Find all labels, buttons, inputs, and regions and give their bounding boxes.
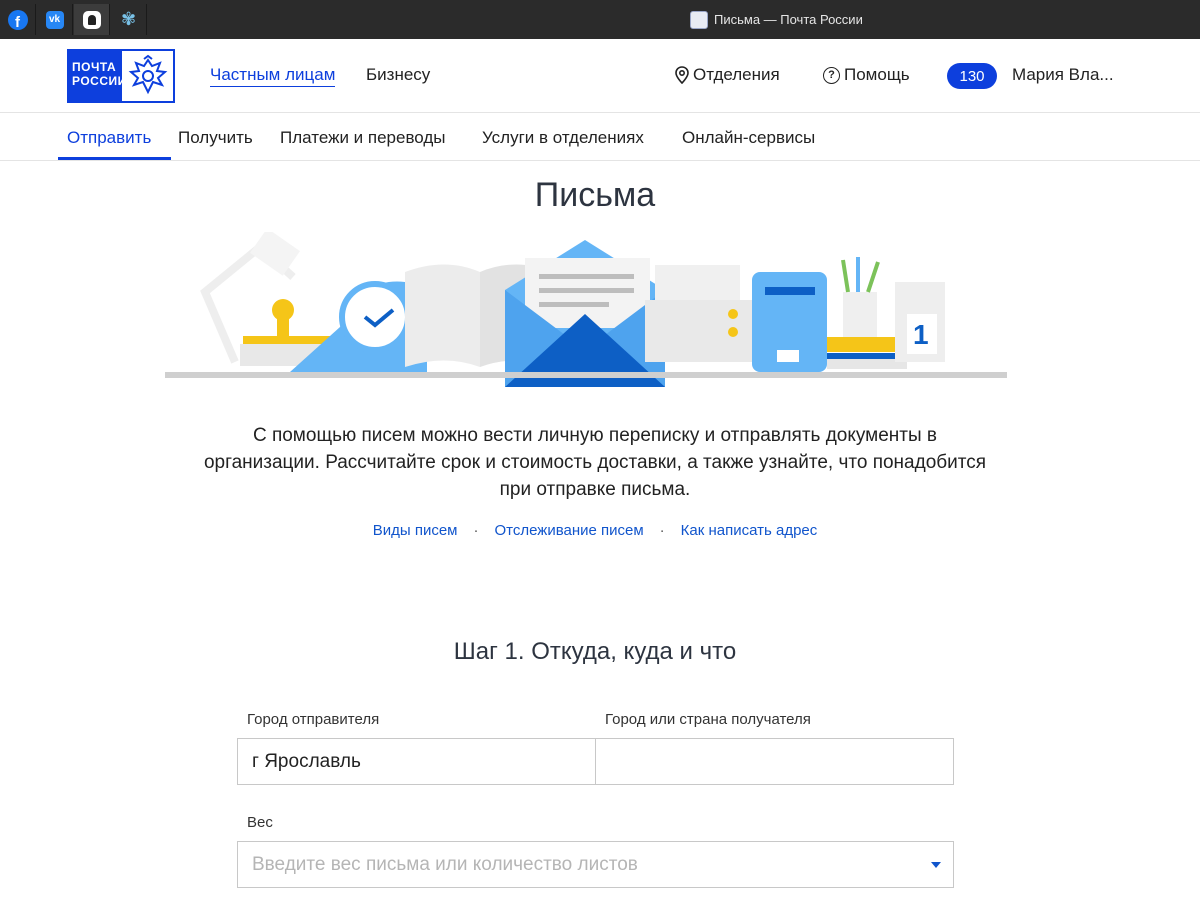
site-header: ПОЧТА РОССИИ Частным лицам Бизнесу Отдел… bbox=[0, 39, 1200, 113]
link-letter-types[interactable]: Виды писем bbox=[373, 522, 458, 539]
dropdown-caret-icon bbox=[931, 862, 941, 868]
envelope-illustration bbox=[505, 240, 665, 387]
subnav-payments[interactable]: Платежи и переводы bbox=[280, 128, 446, 148]
desk-surface bbox=[165, 372, 1007, 378]
link-how-to-address[interactable]: Как написать адрес bbox=[681, 522, 818, 539]
logo-text: ПОЧТА РОССИИ bbox=[69, 51, 127, 101]
pinned-tab-vk[interactable]: vk bbox=[37, 4, 73, 35]
facebook-icon: f bbox=[7, 9, 28, 30]
printer-illustration bbox=[645, 265, 765, 362]
app-icon bbox=[82, 10, 101, 29]
window-titlebar: f vk ✾ Письма — Почта России bbox=[0, 0, 1200, 39]
location-pin-icon bbox=[675, 66, 689, 84]
link-separator: · bbox=[659, 522, 665, 539]
branches-link[interactable]: Отделения bbox=[675, 65, 780, 85]
quick-links: Виды писем · Отслеживание писем · Как на… bbox=[0, 522, 1190, 539]
logo-line2: РОССИИ bbox=[72, 74, 127, 88]
section-nav: Отправить Получить Платежи и переводы Ус… bbox=[0, 114, 1200, 161]
link-letter-tracking[interactable]: Отслеживание писем bbox=[494, 522, 643, 539]
subnav-send[interactable]: Отправить bbox=[67, 128, 151, 148]
user-name[interactable]: Мария Вла... bbox=[1012, 65, 1114, 85]
calendar-digit: 1 bbox=[913, 319, 929, 350]
nav-business[interactable]: Бизнесу bbox=[366, 65, 430, 85]
pinned-tab-app[interactable] bbox=[74, 4, 110, 35]
russian-post-favicon-icon bbox=[690, 10, 708, 29]
help-label: Помощь bbox=[844, 65, 910, 84]
help-link[interactable]: ? Помощь bbox=[823, 65, 910, 85]
pinned-tab-facebook[interactable]: f bbox=[0, 4, 36, 35]
weight-placeholder: Введите вес письма или количество листов bbox=[252, 853, 638, 875]
active-tab-underline bbox=[58, 157, 171, 160]
step-title: Шаг 1. Откуда, куда и что bbox=[453, 638, 737, 665]
letters-hero-illustration: 1 bbox=[165, 232, 1007, 387]
nav-private-persons[interactable]: Частным лицам bbox=[210, 65, 336, 87]
branches-label: Отделения bbox=[693, 65, 780, 84]
vk-icon: vk bbox=[45, 10, 64, 29]
recipient-city-input[interactable] bbox=[595, 738, 954, 785]
sender-city-label: Город отправителя bbox=[247, 711, 380, 728]
logo-line1: ПОЧТА bbox=[72, 60, 117, 74]
mailbox-illustration bbox=[752, 272, 827, 372]
page-title: Письма bbox=[534, 176, 656, 214]
sender-city-input[interactable]: г Ярославль bbox=[237, 738, 596, 785]
recipient-city-label: Город или страна получателя bbox=[605, 711, 811, 728]
weight-select[interactable]: Введите вес письма или количество листов bbox=[237, 841, 954, 888]
link-separator: · bbox=[473, 522, 479, 539]
pinned-tab-flower[interactable]: ✾ bbox=[111, 4, 147, 35]
russian-post-logo[interactable]: ПОЧТА РОССИИ bbox=[67, 49, 175, 103]
eagle-emblem-icon bbox=[122, 51, 173, 101]
window-title-text: Письма — Почта России bbox=[714, 12, 863, 27]
window-title: Письма — Почта России bbox=[690, 0, 863, 39]
notifications-badge[interactable]: 130 bbox=[947, 63, 997, 89]
subnav-office-services[interactable]: Услуги в отделениях bbox=[482, 128, 644, 148]
flower-icon: ✾ bbox=[120, 9, 137, 29]
intro-text: С помощью писем можно вести личную переп… bbox=[203, 425, 987, 500]
weight-label: Вес bbox=[247, 814, 273, 831]
calendar-illustration: 1 bbox=[895, 282, 945, 362]
help-question-icon: ? bbox=[823, 66, 840, 84]
sender-city-value: г Ярославль bbox=[252, 750, 361, 772]
subnav-receive[interactable]: Получить bbox=[178, 128, 253, 148]
subnav-online-services[interactable]: Онлайн-сервисы bbox=[682, 128, 815, 148]
